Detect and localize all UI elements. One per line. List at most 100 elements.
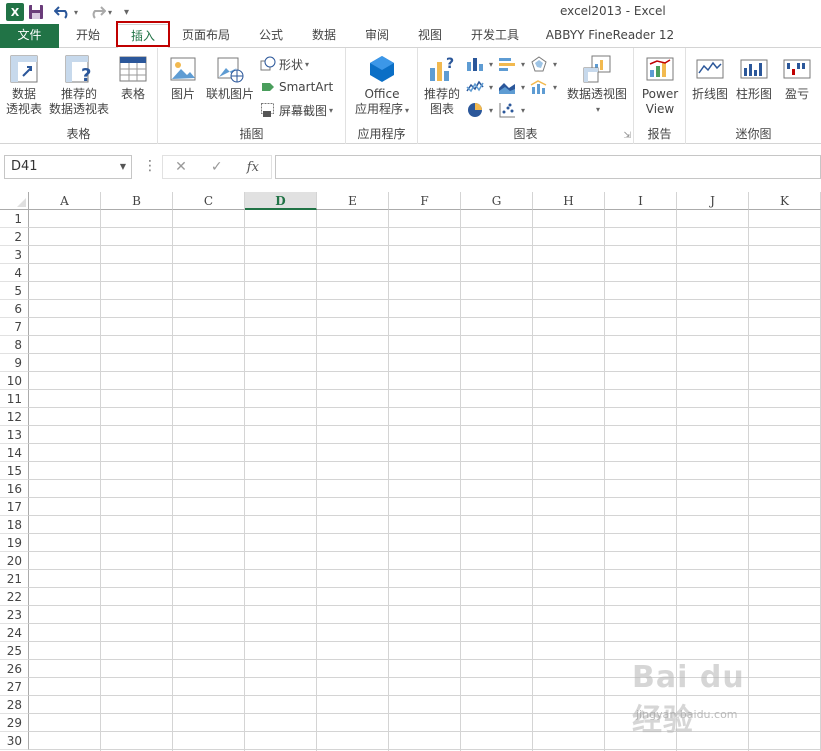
smartart-button[interactable]: SmartArt xyxy=(260,77,333,97)
combo-chart-button[interactable]: ▾ xyxy=(530,77,557,97)
tab-home[interactable]: 开始 xyxy=(62,24,114,48)
excel-logo-icon[interactable]: X xyxy=(6,2,24,22)
name-box-dropdown-icon[interactable]: ▼ xyxy=(120,156,126,178)
column-header-b[interactable]: B xyxy=(101,192,173,210)
select-all-corner[interactable] xyxy=(0,192,29,210)
shapes-button[interactable]: 形状 ▾ xyxy=(260,54,309,74)
row-header-19[interactable]: 19 xyxy=(0,534,29,552)
row-header-10[interactable]: 10 xyxy=(0,372,29,390)
column-header-k[interactable]: K xyxy=(749,192,821,210)
row-header-23[interactable]: 23 xyxy=(0,606,29,624)
pivot-table-button[interactable]: 数据 透视表 xyxy=(4,54,44,117)
sparkline-column-button[interactable]: 柱形图 xyxy=(734,54,774,102)
row-header-11[interactable]: 11 xyxy=(0,390,29,408)
column-header-c[interactable]: C xyxy=(173,192,245,210)
recommended-charts-button[interactable]: ? 推荐的 图表 xyxy=(422,54,462,117)
row-header-26[interactable]: 26 xyxy=(0,660,29,678)
name-box[interactable]: D41 ▼ xyxy=(4,155,132,179)
scatter-chart-icon xyxy=(499,103,515,118)
column-header-a[interactable]: A xyxy=(29,192,101,210)
formula-bar-grip-icon[interactable]: ⋮ xyxy=(143,158,157,174)
formula-input[interactable] xyxy=(275,155,821,179)
row-header-30[interactable]: 30 xyxy=(0,732,29,750)
insert-function-icon[interactable]: fx xyxy=(247,160,259,175)
group-reports-label: 报告 xyxy=(647,127,672,141)
save-icon[interactable] xyxy=(28,2,44,22)
bar-chart-icon xyxy=(499,58,515,71)
column-header-j[interactable]: J xyxy=(677,192,749,210)
tab-data[interactable]: 数据 xyxy=(300,24,348,48)
tab-review[interactable]: 审阅 xyxy=(353,24,401,48)
tab-developer[interactable]: 开发工具 xyxy=(460,24,530,48)
tab-insert[interactable]: 插入 xyxy=(117,24,169,49)
power-view-button[interactable]: Power View xyxy=(636,54,684,117)
group-charts: ? 推荐的 图表 ▾ ▾ ▾ ▾ ▾ ▾ ▾ ▾ 数据透视图 ▾ ⇲ 图表 xyxy=(418,48,634,144)
sparkline-line-button[interactable]: 折线图 xyxy=(690,54,730,102)
undo-icon[interactable]: ▾ xyxy=(54,2,78,22)
bar-chart-button[interactable]: ▾ xyxy=(498,54,525,74)
shapes-label: 形状 xyxy=(279,57,304,72)
row-header-13[interactable]: 13 xyxy=(0,426,29,444)
formula-bar: D41 ▼ ⋮ ✕ ✓ fx xyxy=(0,150,821,184)
table-button[interactable]: 表格 xyxy=(114,54,152,102)
row-header-21[interactable]: 21 xyxy=(0,570,29,588)
table-icon xyxy=(119,56,147,82)
column-header-h[interactable]: H xyxy=(533,192,605,210)
row-header-5[interactable]: 5 xyxy=(0,282,29,300)
row-header-7[interactable]: 7 xyxy=(0,318,29,336)
line-chart-button[interactable]: ▾ xyxy=(466,77,493,97)
column-header-e[interactable]: E xyxy=(317,192,389,210)
row-header-6[interactable]: 6 xyxy=(0,300,29,318)
column-header-f[interactable]: F xyxy=(389,192,461,210)
tab-abbyy[interactable]: ABBYY FineReader 12 xyxy=(537,24,683,48)
smartart-label: SmartArt xyxy=(279,80,334,94)
row-header-8[interactable]: 8 xyxy=(0,336,29,354)
cancel-icon[interactable]: ✕ xyxy=(175,159,187,175)
sparkline-winloss-button[interactable]: 盈亏 xyxy=(778,54,816,102)
group-tables-label: 表格 xyxy=(66,127,91,141)
office-apps-button[interactable]: Office 应用程序 ▾ xyxy=(350,54,414,118)
recommended-pivot-label-2: 数据透视表 xyxy=(48,102,109,116)
row-header-25[interactable]: 25 xyxy=(0,642,29,660)
tab-formulas[interactable]: 公式 xyxy=(247,24,295,48)
scatter-chart-button[interactable]: ▾ xyxy=(498,100,525,120)
online-pictures-button[interactable]: 联机图片 xyxy=(204,54,256,102)
power-view-label-2: View xyxy=(645,102,675,116)
row-header-16[interactable]: 16 xyxy=(0,480,29,498)
pictures-button[interactable]: 图片 xyxy=(166,54,200,102)
row-header-2[interactable]: 2 xyxy=(0,228,29,246)
column-chart-button[interactable]: ▾ xyxy=(466,54,493,74)
column-header-i[interactable]: I xyxy=(605,192,677,210)
column-header-g[interactable]: G xyxy=(461,192,533,210)
pivot-chart-button[interactable]: 数据透视图 ▾ xyxy=(562,54,632,117)
tab-file[interactable]: 文件 xyxy=(0,24,59,48)
pie-chart-button[interactable]: ▾ xyxy=(466,100,493,120)
row-header-27[interactable]: 27 xyxy=(0,678,29,696)
redo-icon[interactable]: ▾ xyxy=(88,2,112,22)
screenshot-button[interactable]: 屏幕截图 ▾ xyxy=(260,100,333,120)
tab-page-layout[interactable]: 页面布局 xyxy=(172,24,240,48)
row-header-29[interactable]: 29 xyxy=(0,714,29,732)
row-header-24[interactable]: 24 xyxy=(0,624,29,642)
customize-qat-icon[interactable]: ▾ xyxy=(124,2,129,22)
row-header-3[interactable]: 3 xyxy=(0,246,29,264)
enter-icon[interactable]: ✓ xyxy=(211,159,223,175)
row-header-9[interactable]: 9 xyxy=(0,354,29,372)
row-header-28[interactable]: 28 xyxy=(0,696,29,714)
recommended-charts-icon: ? xyxy=(430,56,454,81)
row-header-20[interactable]: 20 xyxy=(0,552,29,570)
row-header-12[interactable]: 12 xyxy=(0,408,29,426)
row-header-4[interactable]: 4 xyxy=(0,264,29,282)
screenshot-label: 屏幕截图 xyxy=(279,103,328,118)
area-chart-button[interactable]: ▾ xyxy=(498,77,525,97)
column-header-d[interactable]: D xyxy=(245,192,317,210)
row-header-1[interactable]: 1 xyxy=(0,210,29,228)
row-header-17[interactable]: 17 xyxy=(0,498,29,516)
row-header-22[interactable]: 22 xyxy=(0,588,29,606)
radar-chart-button[interactable]: ▾ xyxy=(530,54,557,74)
tab-view[interactable]: 视图 xyxy=(406,24,454,48)
row-header-18[interactable]: 18 xyxy=(0,516,29,534)
row-header-15[interactable]: 15 xyxy=(0,462,29,480)
row-header-14[interactable]: 14 xyxy=(0,444,29,462)
recommended-pivot-button[interactable]: ? 推荐的 数据透视表 xyxy=(46,54,112,117)
